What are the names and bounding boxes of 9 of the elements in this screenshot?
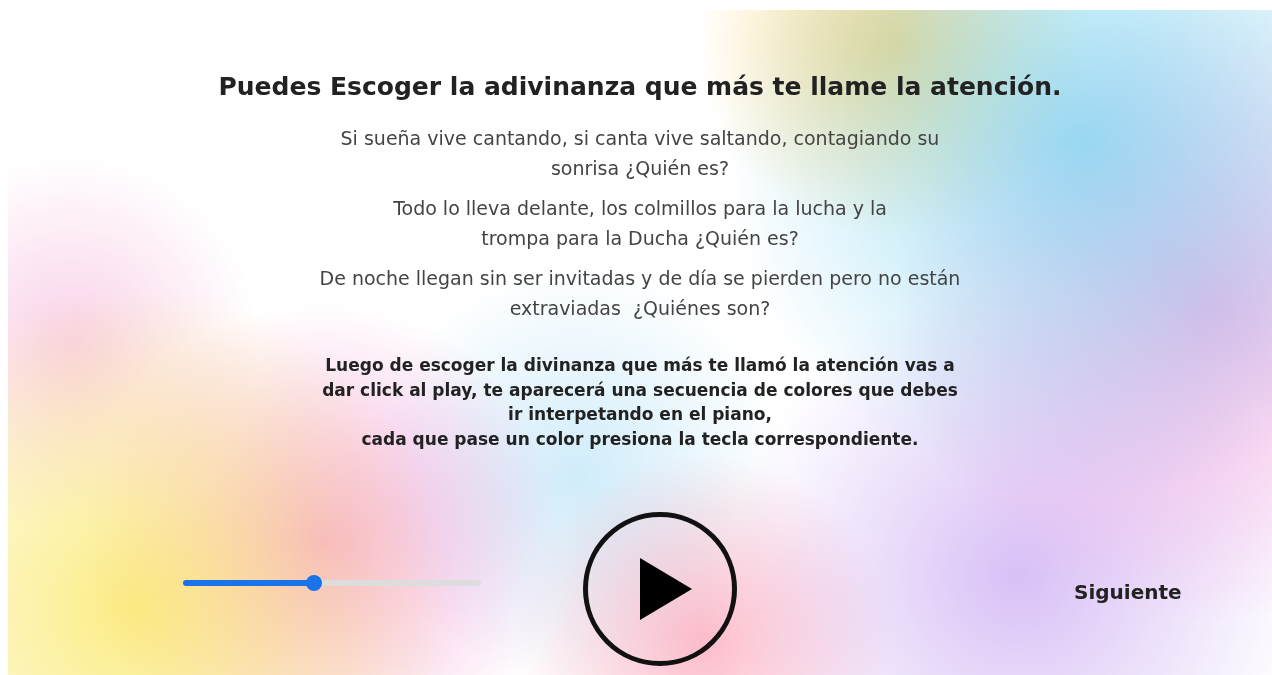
play-button[interactable] <box>583 512 737 666</box>
riddle-text: Todo lo lleva delante, los colmillos para la lucha y la trompa para la Ducha ¿Quién es? <box>392 196 888 251</box>
riddle-text: Si sueña vive cantando, si canta vive saltando, contagiando su sonrisa ¿Quién es? <box>339 126 941 181</box>
riddle-text: De noche llegan sin ser invitadas y de día se pierden pero no están extraviadas ¿Quiénes son? <box>318 266 962 321</box>
next-link[interactable]: Siguiente <box>1074 580 1182 604</box>
play-icon <box>640 558 692 620</box>
instructions-text: Luego de escoger la divinanza que más te llamó la atención vas a dar click al play, te aparecerá una secuencia de colores que debes ir interpetando en el piano, cada que pase un color presiona la tecla correspondiente. <box>321 354 959 451</box>
page-title: Puedes Escoger la adivinanza que más te llame la atención. <box>218 72 1062 101</box>
slider-track[interactable] <box>183 580 481 586</box>
